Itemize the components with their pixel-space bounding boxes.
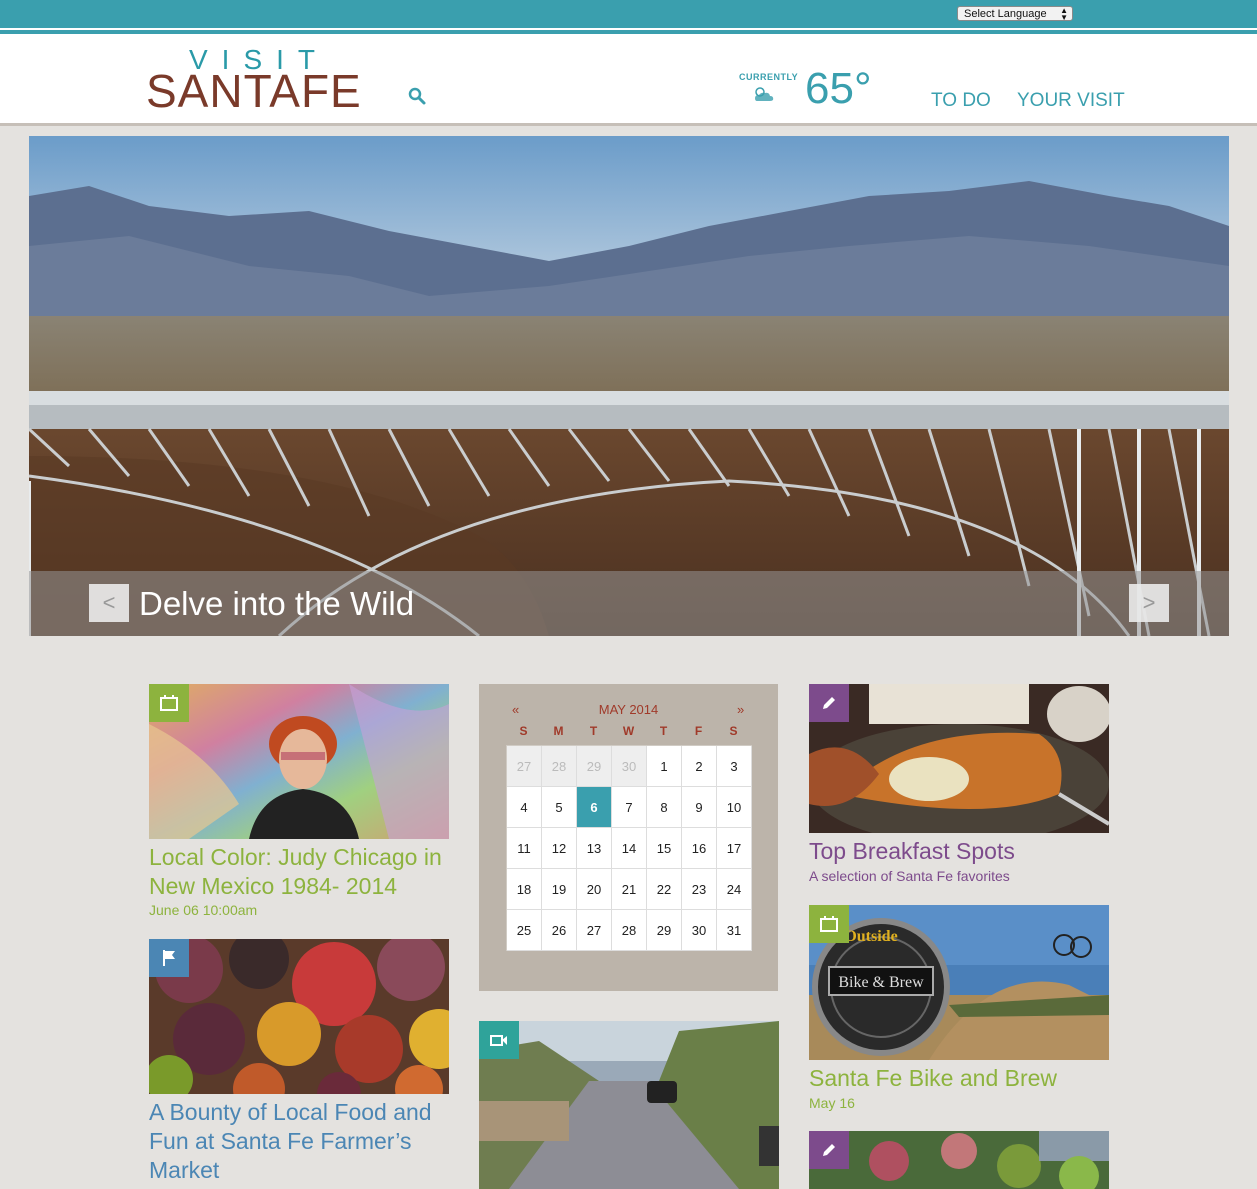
calendar-dow: M [553, 724, 564, 738]
calendar-day[interactable]: 1 [647, 746, 682, 787]
calendar-day[interactable]: 17 [717, 828, 752, 869]
card-image[interactable] [149, 684, 449, 839]
card-breakfast[interactable]: Top Breakfast Spots A selection of Santa… [809, 684, 1109, 889]
calendar-dow: S [729, 724, 738, 738]
card-title[interactable]: Top Breakfast Spots [809, 837, 1015, 866]
card-image[interactable] [809, 1131, 1109, 1189]
calendar-day[interactable]: 19 [542, 869, 577, 910]
calendar-day[interactable]: 30 [612, 746, 647, 787]
calendar-day[interactable]: 23 [682, 869, 717, 910]
select-arrows-icon: ▲ ▼ [1060, 6, 1068, 22]
hero-image [29, 136, 1229, 636]
calendar-month: MAY 2014 [598, 702, 659, 717]
video-camera-icon [479, 1021, 519, 1059]
calendar-day[interactable]: 29 [647, 910, 682, 951]
calendar-icon [149, 684, 189, 722]
calendar-day[interactable]: 30 [682, 910, 717, 951]
logo-santafe-text[interactable]: SANTAFE [146, 64, 362, 118]
card-image[interactable] [479, 1021, 779, 1189]
calendar-grid: 27 28 29 30 1 2 3 4 5 6 7 8 9 10 11 12 13 14 15 16 17 18 19 20 2… [506, 745, 752, 951]
card-subtitle: A selection of Santa Fe favorites [809, 868, 1010, 884]
card-judy-chicago[interactable]: Local Color: Judy Chicago in New Mexico … [149, 684, 449, 924]
calendar-day[interactable]: 10 [717, 787, 752, 828]
calendar-day[interactable]: 22 [647, 869, 682, 910]
card-image[interactable] [149, 939, 449, 1094]
calendar-day[interactable]: 2 [682, 746, 717, 787]
language-select[interactable]: Select Language ▲ ▼ [957, 6, 1073, 22]
calendar-day[interactable]: 27 [507, 746, 542, 787]
hero-title[interactable]: Delve into the Wild [139, 584, 414, 624]
pencil-icon [809, 684, 849, 722]
calendar-day[interactable]: 26 [542, 910, 577, 951]
calendar-day[interactable]: 24 [717, 869, 752, 910]
top-bar: Select Language ▲ ▼ [0, 0, 1257, 30]
card-video[interactable] [479, 1021, 779, 1189]
weather-temperature: 65° [805, 64, 872, 113]
flag-icon [149, 939, 189, 977]
calendar-day[interactable]: 12 [542, 828, 577, 869]
calendar-dow: T [589, 724, 598, 738]
calendar-dow: T [659, 724, 668, 738]
calendar-day[interactable]: 28 [612, 910, 647, 951]
sign-top-text: Outside [844, 928, 897, 945]
weather-label: CURRENTLY [739, 72, 799, 82]
card-farmers-market[interactable]: A Bounty of Local Food and Fun at Santa … [149, 939, 449, 1189]
calendar-icon [809, 905, 849, 943]
event-calendar: « MAY 2014 » S M T W T F S 27 28 29 30 1 2 3 4 5… [479, 684, 778, 991]
calendar-next-button[interactable]: » [737, 702, 744, 717]
calendar-day[interactable]: 16 [682, 828, 717, 869]
calendar-day[interactable]: 29 [577, 746, 612, 787]
calendar-day[interactable]: 3 [717, 746, 752, 787]
card-bike-brew[interactable]: Bike & Brew Outside Santa Fe Bike and Br… [809, 905, 1109, 1115]
site-header: VISIT SANTAFE CURRENTLY 65° TO DO YOUR V… [0, 34, 1257, 126]
calendar-dow: F [694, 724, 703, 738]
calendar-day[interactable]: 5 [542, 787, 577, 828]
calendar-day[interactable]: 28 [542, 746, 577, 787]
pencil-icon [809, 1131, 849, 1169]
calendar-dow: S [519, 724, 528, 738]
card-title[interactable]: Santa Fe Bike and Brew [809, 1064, 1057, 1093]
calendar-day[interactable]: 20 [577, 869, 612, 910]
calendar-day[interactable]: 4 [507, 787, 542, 828]
calendar-day[interactable]: 11 [507, 828, 542, 869]
hero-prev-button[interactable]: < [89, 584, 129, 622]
card-title[interactable]: Local Color: Judy Chicago in New Mexico … [149, 843, 449, 901]
calendar-day[interactable]: 15 [647, 828, 682, 869]
card-image[interactable] [809, 684, 1109, 833]
calendar-day[interactable]: 6 [577, 787, 612, 828]
calendar-dow: W [622, 724, 635, 738]
calendar-day[interactable]: 7 [612, 787, 647, 828]
card-image[interactable]: Bike & Brew Outside [809, 905, 1109, 1060]
nav-todo[interactable]: TO DO [931, 90, 991, 112]
calendar-day[interactable]: 21 [612, 869, 647, 910]
card-garden[interactable] [809, 1131, 1109, 1189]
hero-next-button[interactable]: > [1129, 584, 1169, 622]
calendar-day[interactable]: 8 [647, 787, 682, 828]
card-date: June 06 10:00am [149, 902, 258, 918]
calendar-day[interactable]: 27 [577, 910, 612, 951]
search-icon[interactable] [407, 86, 427, 106]
calendar-day[interactable]: 25 [507, 910, 542, 951]
language-select-label: Select Language [964, 8, 1047, 20]
calendar-day[interactable]: 9 [682, 787, 717, 828]
calendar-day[interactable]: 14 [612, 828, 647, 869]
calendar-day[interactable]: 18 [507, 869, 542, 910]
partly-cloudy-icon [755, 87, 774, 101]
card-title[interactable]: A Bounty of Local Food and Fun at Santa … [149, 1098, 449, 1185]
card-date: May 16 [809, 1095, 855, 1111]
sign-mid-text: Bike & Brew [838, 974, 924, 991]
calendar-day[interactable]: 31 [717, 910, 752, 951]
hero-slider[interactable]: < Delve into the Wild > [29, 136, 1229, 636]
nav-your-visit[interactable]: YOUR VISIT [1017, 90, 1125, 112]
calendar-day[interactable]: 13 [577, 828, 612, 869]
